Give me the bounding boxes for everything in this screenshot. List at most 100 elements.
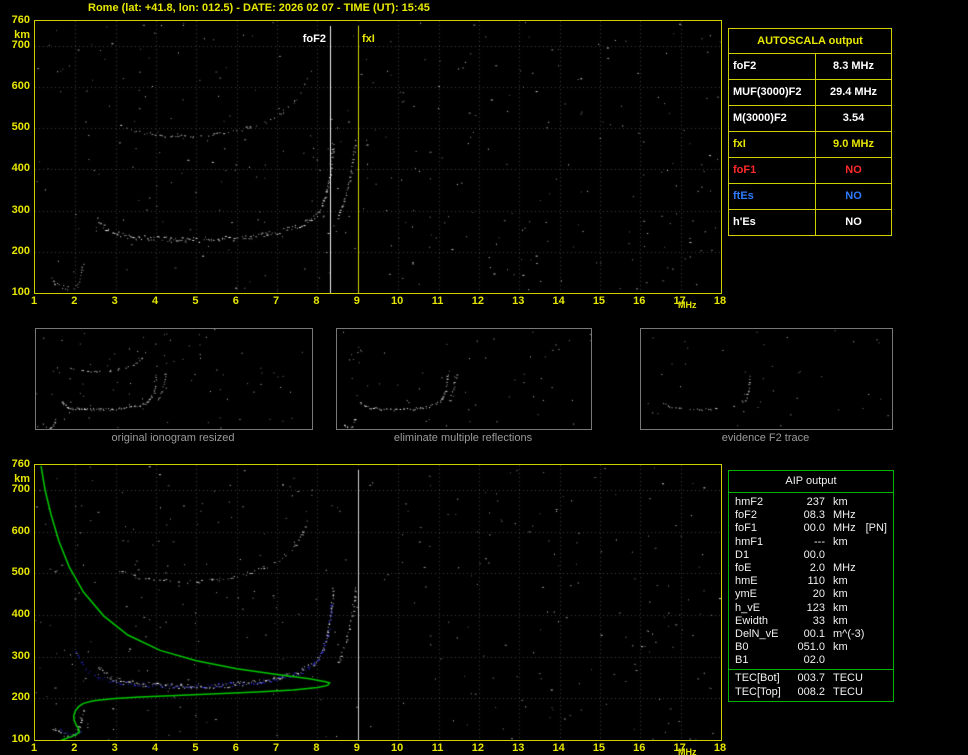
autoscala-row: fxI9.0 MHz: [729, 132, 891, 158]
autoscala-table-rows: foF28.3 MHzMUF(3000)F229.4 MHzM(3000)F23…: [729, 54, 891, 235]
aip-row-value: 008.2: [791, 686, 825, 699]
autoscala-row-label: fxI: [729, 132, 816, 157]
x-tick-label: 12: [468, 295, 488, 307]
autoscala-row-value: NO: [816, 158, 891, 183]
aip-row-label: Ewidth: [735, 615, 791, 628]
x-tick-label: 1: [24, 295, 44, 307]
y-tick-label: 300: [2, 650, 30, 662]
aip-row-label: hmF1: [735, 536, 791, 549]
thumbnail-canvas-3: [641, 329, 892, 429]
x-tick-label: 11: [428, 742, 448, 754]
aip-row-unit: TECU: [833, 672, 863, 685]
fxi-marker-label: fxI: [361, 33, 376, 45]
aip-row-value: 110: [791, 575, 825, 588]
autoscala-row-label: foF2: [729, 54, 816, 79]
autoscala-screen: Rome (lat: +41.8, lon: 012.5) - DATE: 20…: [0, 0, 968, 755]
x-axis-unit: MHz: [678, 747, 697, 755]
aip-row: B102.0: [735, 654, 889, 667]
aip-row-unit: MHz: [833, 522, 856, 535]
aip-row-label: hmE: [735, 575, 791, 588]
aip-row: h_vE123km: [735, 602, 889, 615]
y-tick-label: 760: [2, 14, 30, 26]
aip-row: hmF2237km: [735, 496, 889, 509]
x-tick-label: 5: [185, 295, 205, 307]
x-tick-label: 14: [549, 742, 569, 754]
thumbnail-panel-3: [640, 328, 893, 430]
autoscala-row-label: ftEs: [729, 184, 816, 209]
x-tick-label: 12: [468, 742, 488, 754]
x-tick-label: 10: [387, 742, 407, 754]
y-tick-label: 500: [2, 566, 30, 578]
y-tick-label: 600: [2, 525, 30, 537]
aip-row-value: 2.0: [791, 562, 825, 575]
aip-output-panel: AIP output hmF2237kmfoF208.3MHzfoF100.0M…: [728, 470, 894, 702]
aip-row-value: 33: [791, 615, 825, 628]
y-tick-label: 760: [2, 458, 30, 470]
autoscala-row-label: MUF(3000)F2: [729, 80, 816, 105]
thumbnail-panel-2: [336, 328, 592, 430]
x-tick-label: 15: [589, 742, 609, 754]
thumbnail-panel-1: [35, 328, 313, 430]
aip-row-unit: m^(-3): [833, 628, 864, 641]
aip-row-unit: km: [833, 575, 848, 588]
aip-row-value: 02.0: [791, 654, 825, 667]
ionogram-bottom-canvas: [35, 465, 721, 740]
aip-panel-rows: hmF2237kmfoF208.3MHzfoF100.0MHz[PN]hmF1-…: [729, 493, 893, 699]
aip-row-unit: km: [833, 588, 848, 601]
x-tick-label: 8: [306, 742, 326, 754]
fof2-marker-label: foF2: [291, 33, 327, 45]
x-tick-label: 14: [549, 295, 569, 307]
aip-row-value: 20: [791, 588, 825, 601]
aip-row-value: ---: [791, 536, 825, 549]
x-tick-label: 18: [710, 295, 730, 307]
aip-row-unit: MHz: [833, 562, 856, 575]
x-tick-label: 5: [185, 742, 205, 754]
aip-row-unit: km: [833, 641, 848, 654]
aip-row-value: 237: [791, 496, 825, 509]
aip-row-unit: TECU: [833, 686, 863, 699]
x-tick-label: 6: [226, 742, 246, 754]
y-tick-label: 400: [2, 162, 30, 174]
aip-row-value: 00.0: [791, 522, 825, 535]
x-tick-label: 9: [347, 295, 367, 307]
x-tick-label: 8: [306, 295, 326, 307]
aip-row-label: B1: [735, 654, 791, 667]
y-tick-label: 500: [2, 121, 30, 133]
x-tick-label: 1: [24, 742, 44, 754]
ionogram-top: [34, 20, 722, 294]
x-tick-label: 16: [629, 295, 649, 307]
x-tick-label: 3: [105, 742, 125, 754]
y-axis-unit: km: [2, 473, 30, 485]
y-tick-label: 400: [2, 608, 30, 620]
ionogram-top-canvas: [35, 21, 721, 293]
x-tick-label: 16: [629, 742, 649, 754]
aip-row-label: hmF2: [735, 496, 791, 509]
x-tick-label: 2: [64, 295, 84, 307]
aip-row-label: h_vE: [735, 602, 791, 615]
autoscala-output-table: AUTOSCALA output foF28.3 MHzMUF(3000)F22…: [728, 28, 892, 236]
x-tick-label: 6: [226, 295, 246, 307]
x-tick-label: 9: [347, 742, 367, 754]
autoscala-row-value: 9.0 MHz: [816, 132, 891, 157]
aip-tec-row: TEC[Top]008.2TECU: [735, 686, 889, 699]
aip-row: foF100.0MHz[PN]: [735, 522, 889, 535]
autoscala-row-value: 29.4 MHz: [816, 80, 891, 105]
aip-row-value: 003.7: [791, 672, 825, 685]
aip-row-value: 00.1: [791, 628, 825, 641]
autoscala-row: MUF(3000)F229.4 MHz: [729, 80, 891, 106]
autoscala-row: M(3000)F23.54: [729, 106, 891, 132]
y-axis-unit: km: [2, 29, 30, 41]
aip-row-extra: [PN]: [866, 522, 889, 535]
aip-row-label: ymE: [735, 588, 791, 601]
aip-row: DelN_vE00.1m^(-3): [735, 628, 889, 641]
aip-row-label: foE: [735, 562, 791, 575]
x-tick-label: 2: [64, 742, 84, 754]
aip-row: foE2.0 MHz: [735, 562, 889, 575]
ionogram-bottom: [34, 464, 722, 741]
aip-row: hmE110 km: [735, 575, 889, 588]
aip-row-value: 051.0: [791, 641, 825, 654]
autoscala-row: foF1NO: [729, 158, 891, 184]
aip-row-unit: km: [833, 615, 848, 628]
aip-row-value: 123: [791, 602, 825, 615]
thumbnail-caption-3: evidence F2 trace: [640, 432, 891, 444]
